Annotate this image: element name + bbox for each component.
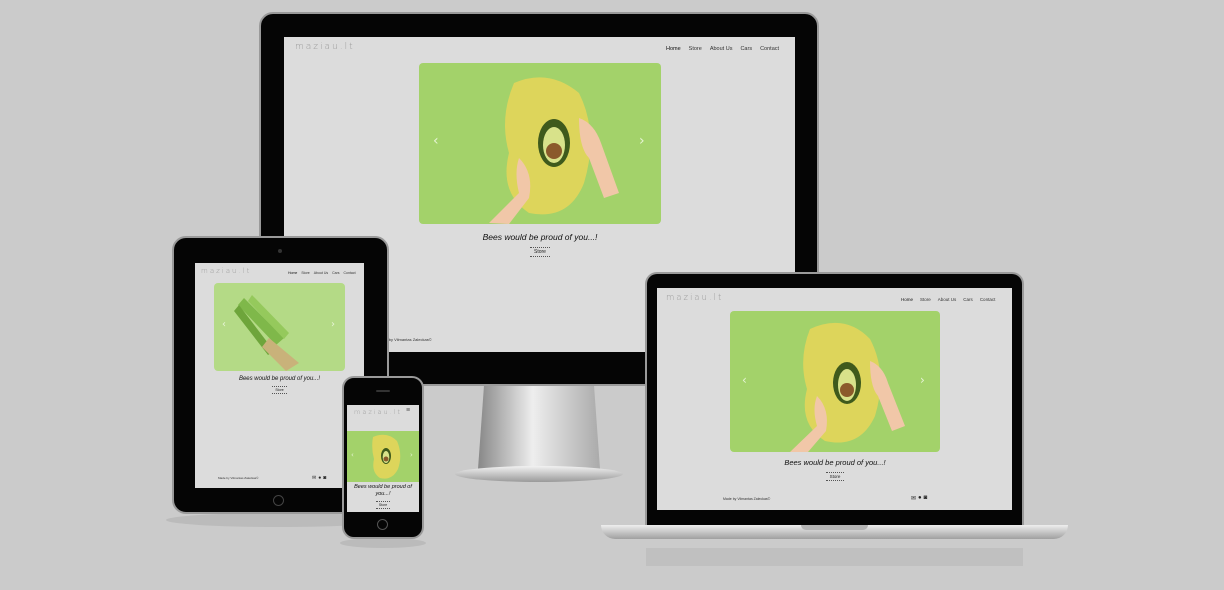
carousel-next-icon[interactable]: ›	[920, 373, 925, 387]
hero-carousel-image: ‹ ›	[419, 63, 661, 224]
facebook-icon[interactable]: ●	[918, 495, 922, 502]
hero-carousel-image: ‹ ›	[730, 311, 940, 452]
nav-contact[interactable]: Contact	[980, 297, 996, 302]
nav-contact[interactable]: Contact	[760, 46, 779, 52]
nav-store[interactable]: Store	[689, 46, 702, 52]
store-button[interactable]: Store	[376, 501, 390, 509]
social-links: ✉ ● ◙	[911, 495, 927, 502]
carousel-next-icon[interactable]: ›	[639, 133, 645, 149]
tagline: Bees would be proud of you...!	[784, 458, 886, 467]
carousel-next-icon[interactable]: ›	[410, 451, 413, 459]
tagline-line-2: you...!	[375, 491, 391, 497]
nav-about-us[interactable]: About Us	[314, 271, 328, 275]
nav-home[interactable]: Home	[901, 297, 913, 302]
site-logo[interactable]: maziau.lt	[201, 267, 251, 275]
main-nav: Home Store About Us Cars Contact	[901, 297, 995, 302]
monitor-stand-neck	[478, 384, 600, 469]
nav-home[interactable]: Home	[666, 46, 681, 52]
carousel-prev-icon[interactable]: ‹	[351, 451, 354, 459]
tablet-home-button[interactable]	[273, 495, 284, 506]
avocado-wrap-illustration	[489, 77, 619, 224]
nav-cars[interactable]: Cars	[740, 46, 752, 52]
laptop-shadow	[646, 548, 1023, 566]
nav-cars[interactable]: Cars	[963, 297, 973, 302]
avocado-wrap-illustration	[790, 322, 905, 452]
phone-speaker	[376, 390, 390, 392]
mail-icon[interactable]: ✉	[312, 475, 316, 481]
instagram-icon[interactable]: ◙	[924, 495, 928, 502]
footer-credit: Made by Vilmantas Zaleckas©	[218, 476, 259, 480]
laptop-screen: maziau.lt Home Store About Us Cars Conta…	[657, 288, 1012, 510]
hero-carousel-image: ‹ ›	[347, 431, 419, 482]
site-logo[interactable]: maziau.lt	[295, 42, 355, 52]
nav-contact[interactable]: Contact	[344, 271, 356, 275]
monitor-stand-base	[455, 466, 623, 482]
carousel-prev-icon[interactable]: ‹	[222, 319, 226, 330]
avocado-wrap-illustration	[372, 434, 401, 479]
tagline: Bees would be proud of you...!	[482, 232, 598, 242]
nav-store[interactable]: Store	[920, 297, 931, 302]
celery-illustration	[234, 295, 299, 371]
social-links: ✉ ● ◙	[312, 475, 326, 481]
main-nav: Home Store About Us Cars Contact	[288, 271, 356, 275]
nav-cars[interactable]: Cars	[332, 271, 339, 275]
tagline: Bees would be proud of you...!	[238, 376, 321, 382]
tagline-line-1: Bees would be proud of	[354, 484, 412, 490]
store-button[interactable]: Store	[826, 472, 844, 481]
phone-home-button[interactable]	[377, 519, 388, 530]
footer-credit: Made by Vilmantas Zaleckas©	[723, 497, 771, 501]
mail-icon[interactable]: ✉	[911, 495, 916, 502]
tablet-camera	[278, 249, 282, 253]
store-button[interactable]: Store	[272, 386, 287, 394]
laptop-notch	[801, 525, 868, 530]
site-logo[interactable]: maziau.lt	[666, 293, 723, 303]
nav-about-us[interactable]: About Us	[938, 297, 957, 302]
hero-carousel-image: ‹ ›	[214, 283, 345, 371]
phone-screen: maziau.lt ≡ ‹ › Bees would be proud of y…	[347, 405, 419, 512]
nav-about-us[interactable]: About Us	[710, 46, 733, 52]
nav-home[interactable]: Home	[288, 271, 297, 275]
tablet-screen: maziau.lt Home Store About Us Cars Conta…	[195, 263, 364, 488]
main-nav: Home Store About Us Cars Contact	[666, 46, 779, 52]
facebook-icon[interactable]: ●	[318, 475, 321, 481]
carousel-next-icon[interactable]: ›	[331, 319, 335, 330]
carousel-prev-icon[interactable]: ‹	[742, 373, 747, 387]
phone-shadow	[340, 538, 426, 548]
instagram-icon[interactable]: ◙	[323, 475, 326, 481]
store-button[interactable]: Store	[530, 247, 550, 257]
carousel-prev-icon[interactable]: ‹	[433, 133, 439, 149]
hamburger-menu-icon[interactable]: ≡	[406, 407, 410, 414]
site-logo[interactable]: maziau.lt	[354, 408, 402, 416]
nav-store[interactable]: Store	[301, 271, 309, 275]
